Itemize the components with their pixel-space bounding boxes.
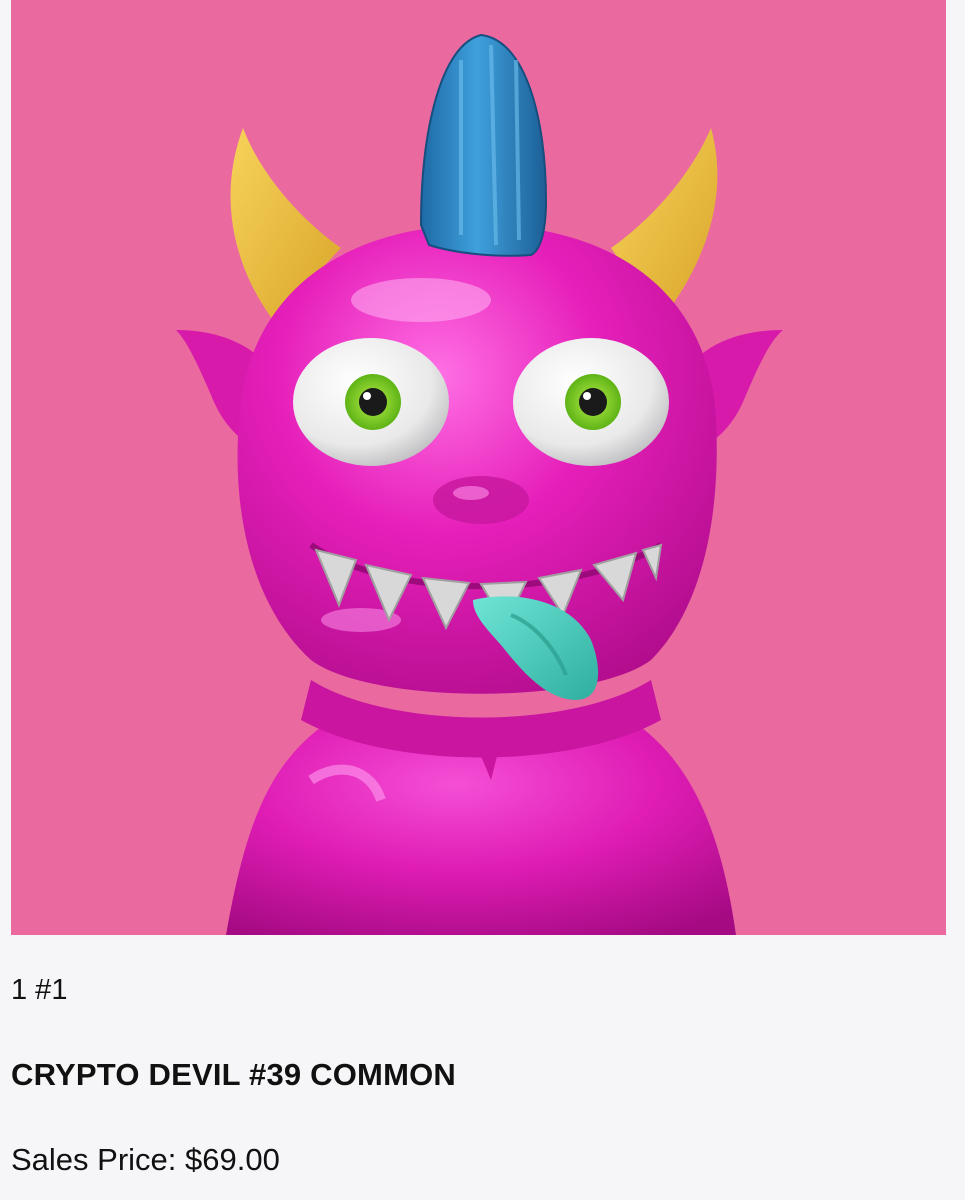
- nft-artwork-image[interactable]: [11, 0, 946, 935]
- edition-number: 1 #1: [11, 974, 68, 1006]
- page-edge: [953, 0, 965, 1200]
- nft-title[interactable]: CRYPTO DEVIL #39 COMMON: [11, 1055, 456, 1095]
- sales-price: Sales Price: $69.00: [11, 1142, 280, 1177]
- devil-nose: [433, 476, 529, 524]
- devil-character-illustration: [11, 0, 946, 935]
- nft-card: 1 #1 CRYPTO DEVIL #39 COMMON Sales Price…: [0, 0, 965, 1200]
